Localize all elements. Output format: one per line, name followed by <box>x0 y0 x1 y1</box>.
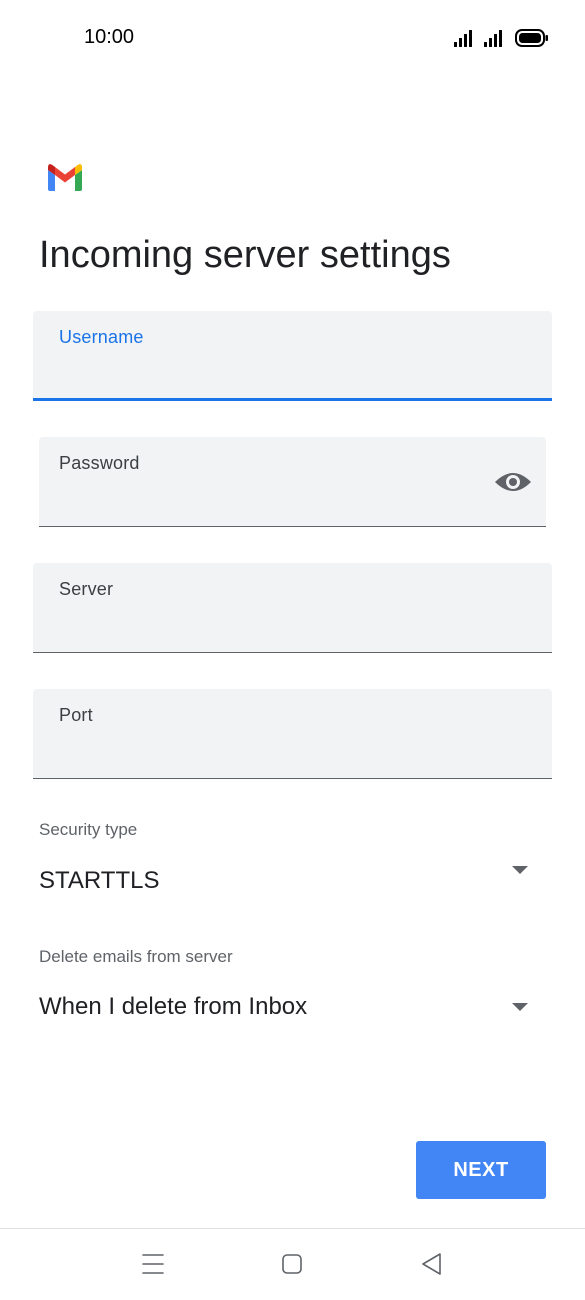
battery-icon <box>515 29 548 47</box>
username-input[interactable] <box>59 362 492 388</box>
password-label: Password <box>59 453 140 473</box>
delete-emails-select[interactable]: Delete emails from server When I delete … <box>39 947 539 1027</box>
server-field[interactable]: Server <box>33 563 552 653</box>
status-bar: 10:00 <box>0 0 585 76</box>
security-type-select[interactable]: Security type STARTTLS <box>39 820 539 900</box>
back-icon[interactable] <box>414 1247 450 1281</box>
port-label: Port <box>59 705 93 725</box>
username-label: Username <box>59 327 144 347</box>
port-input[interactable] <box>59 742 492 768</box>
status-icons <box>454 29 548 47</box>
username-field[interactable]: Username <box>33 311 552 401</box>
gmail-logo-icon <box>48 164 82 191</box>
cell-signal-icon <box>454 30 472 47</box>
delete-emails-label: Delete emails from server <box>39 947 233 966</box>
delete-emails-value: When I delete from Inbox <box>39 993 308 1020</box>
menu-icon[interactable] <box>135 1247 171 1281</box>
navigation-bar <box>0 1229 585 1300</box>
server-label: Server <box>59 579 114 599</box>
status-time: 10:00 <box>84 26 135 48</box>
cell-signal-icon <box>484 30 502 47</box>
server-input[interactable] <box>59 616 492 642</box>
next-button[interactable]: NEXT <box>416 1141 546 1199</box>
security-type-value: STARTTLS <box>39 867 160 894</box>
chevron-down-icon[interactable] <box>511 865 529 875</box>
security-type-label: Security type <box>39 820 138 839</box>
password-field[interactable]: Password <box>39 437 546 527</box>
chevron-down-icon[interactable] <box>511 1002 529 1012</box>
page-title: Incoming server settings <box>39 234 451 276</box>
eye-icon[interactable] <box>494 467 532 497</box>
password-input[interactable] <box>59 490 486 516</box>
home-icon[interactable] <box>274 1247 310 1281</box>
port-field[interactable]: Port <box>33 689 552 779</box>
